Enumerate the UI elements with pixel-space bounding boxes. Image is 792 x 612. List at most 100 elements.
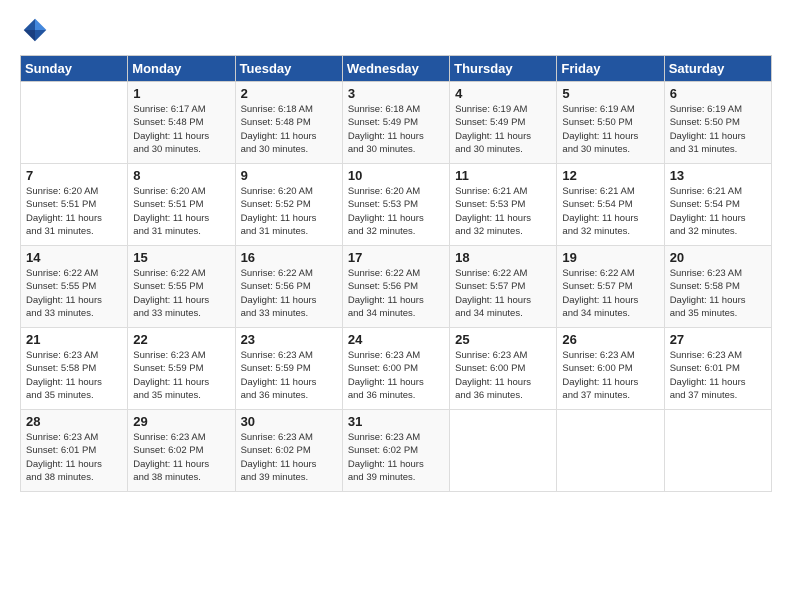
day-number: 5 [562, 86, 658, 101]
day-number: 27 [670, 332, 766, 347]
calendar-cell: 13 Sunrise: 6:21 AM Sunset: 5:54 PM Dayli… [664, 164, 771, 246]
day-content: Sunrise: 6:19 AM Sunset: 5:49 PM Dayligh… [455, 103, 551, 156]
calendar-cell: 29 Sunrise: 6:23 AM Sunset: 6:02 PM Dayli… [128, 410, 235, 492]
header-cell-sunday: Sunday [21, 56, 128, 82]
day-number: 22 [133, 332, 229, 347]
calendar-cell: 14 Sunrise: 6:22 AM Sunset: 5:55 PM Dayli… [21, 246, 128, 328]
calendar-cell: 19Sunrise: 6:22 AM Sunset: 5:57 PM Dayli… [557, 246, 664, 328]
calendar-cell: 10Sunrise: 6:20 AM Sunset: 5:53 PM Dayli… [342, 164, 449, 246]
calendar-cell: 16 Sunrise: 6:22 AM Sunset: 5:56 PM Dayli… [235, 246, 342, 328]
calendar-cell: 15 Sunrise: 6:22 AM Sunset: 5:55 PM Dayli… [128, 246, 235, 328]
calendar-cell: 3 Sunrise: 6:18 AM Sunset: 5:49 PM Daylig… [342, 82, 449, 164]
day-number: 23 [241, 332, 337, 347]
day-content: Sunrise: 6:18 AM Sunset: 5:48 PM Dayligh… [241, 103, 337, 156]
day-number: 14 [26, 250, 122, 265]
calendar-cell: 22 Sunrise: 6:23 AM Sunset: 5:59 PM Dayli… [128, 328, 235, 410]
week-row-1: 1 Sunrise: 6:17 AM Sunset: 5:48 PM Daylig… [21, 82, 772, 164]
header-cell-friday: Friday [557, 56, 664, 82]
page: SundayMondayTuesdayWednesdayThursdayFrid… [0, 0, 792, 502]
header-cell-thursday: Thursday [450, 56, 557, 82]
calendar-body: 1 Sunrise: 6:17 AM Sunset: 5:48 PM Daylig… [21, 82, 772, 492]
day-content: Sunrise: 6:19 AM Sunset: 5:50 PM Dayligh… [562, 103, 658, 156]
day-content: Sunrise: 6:20 AM Sunset: 5:51 PM Dayligh… [133, 185, 229, 238]
calendar-cell: 12 Sunrise: 6:21 AM Sunset: 5:54 PM Dayli… [557, 164, 664, 246]
header-cell-tuesday: Tuesday [235, 56, 342, 82]
calendar-cell: 28 Sunrise: 6:23 AM Sunset: 6:01 PM Dayli… [21, 410, 128, 492]
calendar-cell: 11 Sunrise: 6:21 AM Sunset: 5:53 PM Dayli… [450, 164, 557, 246]
calendar-cell: 8 Sunrise: 6:20 AM Sunset: 5:51 PM Daylig… [128, 164, 235, 246]
day-content: Sunrise: 6:23 AM Sunset: 5:58 PM Dayligh… [670, 267, 766, 320]
day-content: Sunrise: 6:20 AM Sunset: 5:51 PM Dayligh… [26, 185, 122, 238]
calendar-cell: 31 Sunrise: 6:23 AM Sunset: 6:02 PM Dayli… [342, 410, 449, 492]
calendar-cell [664, 410, 771, 492]
day-content: Sunrise: 6:21 AM Sunset: 5:54 PM Dayligh… [562, 185, 658, 238]
day-content: Sunrise: 6:23 AM Sunset: 6:00 PM Dayligh… [562, 349, 658, 402]
day-number: 26 [562, 332, 658, 347]
day-content: Sunrise: 6:23 AM Sunset: 6:02 PM Dayligh… [348, 431, 444, 484]
day-content: Sunrise: 6:23 AM Sunset: 5:58 PM Dayligh… [26, 349, 122, 402]
day-number: 18 [455, 250, 551, 265]
calendar-cell: 7 Sunrise: 6:20 AM Sunset: 5:51 PM Daylig… [21, 164, 128, 246]
day-number: 11 [455, 168, 551, 183]
day-number: 12 [562, 168, 658, 183]
day-content: Sunrise: 6:23 AM Sunset: 6:01 PM Dayligh… [26, 431, 122, 484]
header-cell-saturday: Saturday [664, 56, 771, 82]
day-number: 2 [241, 86, 337, 101]
calendar-cell: 30Sunrise: 6:23 AM Sunset: 6:02 PM Dayli… [235, 410, 342, 492]
day-content: Sunrise: 6:22 AM Sunset: 5:57 PM Dayligh… [562, 267, 658, 320]
calendar-cell: 17Sunrise: 6:22 AM Sunset: 5:56 PM Dayli… [342, 246, 449, 328]
week-row-3: 14 Sunrise: 6:22 AM Sunset: 5:55 PM Dayli… [21, 246, 772, 328]
calendar-cell: 25Sunrise: 6:23 AM Sunset: 6:00 PM Dayli… [450, 328, 557, 410]
calendar-cell: 20Sunrise: 6:23 AM Sunset: 5:58 PM Dayli… [664, 246, 771, 328]
day-content: Sunrise: 6:23 AM Sunset: 6:02 PM Dayligh… [133, 431, 229, 484]
week-row-4: 21 Sunrise: 6:23 AM Sunset: 5:58 PM Dayli… [21, 328, 772, 410]
day-number: 15 [133, 250, 229, 265]
day-content: Sunrise: 6:17 AM Sunset: 5:48 PM Dayligh… [133, 103, 229, 156]
day-number: 21 [26, 332, 122, 347]
day-content: Sunrise: 6:23 AM Sunset: 5:59 PM Dayligh… [241, 349, 337, 402]
day-content: Sunrise: 6:21 AM Sunset: 5:53 PM Dayligh… [455, 185, 551, 238]
calendar-header: SundayMondayTuesdayWednesdayThursdayFrid… [21, 56, 772, 82]
day-number: 13 [670, 168, 766, 183]
day-number: 17 [348, 250, 444, 265]
day-number: 31 [348, 414, 444, 429]
day-content: Sunrise: 6:22 AM Sunset: 5:55 PM Dayligh… [26, 267, 122, 320]
day-number: 25 [455, 332, 551, 347]
day-number: 8 [133, 168, 229, 183]
calendar-cell: 21 Sunrise: 6:23 AM Sunset: 5:58 PM Dayli… [21, 328, 128, 410]
day-content: Sunrise: 6:22 AM Sunset: 5:57 PM Dayligh… [455, 267, 551, 320]
day-number: 29 [133, 414, 229, 429]
day-content: Sunrise: 6:23 AM Sunset: 6:01 PM Dayligh… [670, 349, 766, 402]
logo-icon [20, 15, 50, 45]
header-row: SundayMondayTuesdayWednesdayThursdayFrid… [21, 56, 772, 82]
day-number: 1 [133, 86, 229, 101]
day-content: Sunrise: 6:23 AM Sunset: 6:02 PM Dayligh… [241, 431, 337, 484]
calendar-cell [557, 410, 664, 492]
day-number: 28 [26, 414, 122, 429]
calendar-cell [21, 82, 128, 164]
calendar-cell: 24Sunrise: 6:23 AM Sunset: 6:00 PM Dayli… [342, 328, 449, 410]
calendar-cell: 26 Sunrise: 6:23 AM Sunset: 6:00 PM Dayli… [557, 328, 664, 410]
day-content: Sunrise: 6:23 AM Sunset: 5:59 PM Dayligh… [133, 349, 229, 402]
day-number: 6 [670, 86, 766, 101]
day-content: Sunrise: 6:20 AM Sunset: 5:52 PM Dayligh… [241, 185, 337, 238]
day-number: 10 [348, 168, 444, 183]
day-content: Sunrise: 6:19 AM Sunset: 5:50 PM Dayligh… [670, 103, 766, 156]
calendar-cell: 18 Sunrise: 6:22 AM Sunset: 5:57 PM Dayli… [450, 246, 557, 328]
day-number: 9 [241, 168, 337, 183]
calendar-cell: 23 Sunrise: 6:23 AM Sunset: 5:59 PM Dayli… [235, 328, 342, 410]
day-number: 3 [348, 86, 444, 101]
day-number: 7 [26, 168, 122, 183]
day-content: Sunrise: 6:22 AM Sunset: 5:56 PM Dayligh… [241, 267, 337, 320]
logo [20, 15, 54, 45]
day-content: Sunrise: 6:18 AM Sunset: 5:49 PM Dayligh… [348, 103, 444, 156]
header [20, 15, 772, 45]
calendar-cell: 5 Sunrise: 6:19 AM Sunset: 5:50 PM Daylig… [557, 82, 664, 164]
day-number: 16 [241, 250, 337, 265]
calendar-cell: 27 Sunrise: 6:23 AM Sunset: 6:01 PM Dayli… [664, 328, 771, 410]
day-content: Sunrise: 6:23 AM Sunset: 6:00 PM Dayligh… [348, 349, 444, 402]
day-content: Sunrise: 6:22 AM Sunset: 5:55 PM Dayligh… [133, 267, 229, 320]
day-content: Sunrise: 6:21 AM Sunset: 5:54 PM Dayligh… [670, 185, 766, 238]
calendar-cell: 6 Sunrise: 6:19 AM Sunset: 5:50 PM Daylig… [664, 82, 771, 164]
week-row-5: 28 Sunrise: 6:23 AM Sunset: 6:01 PM Dayli… [21, 410, 772, 492]
